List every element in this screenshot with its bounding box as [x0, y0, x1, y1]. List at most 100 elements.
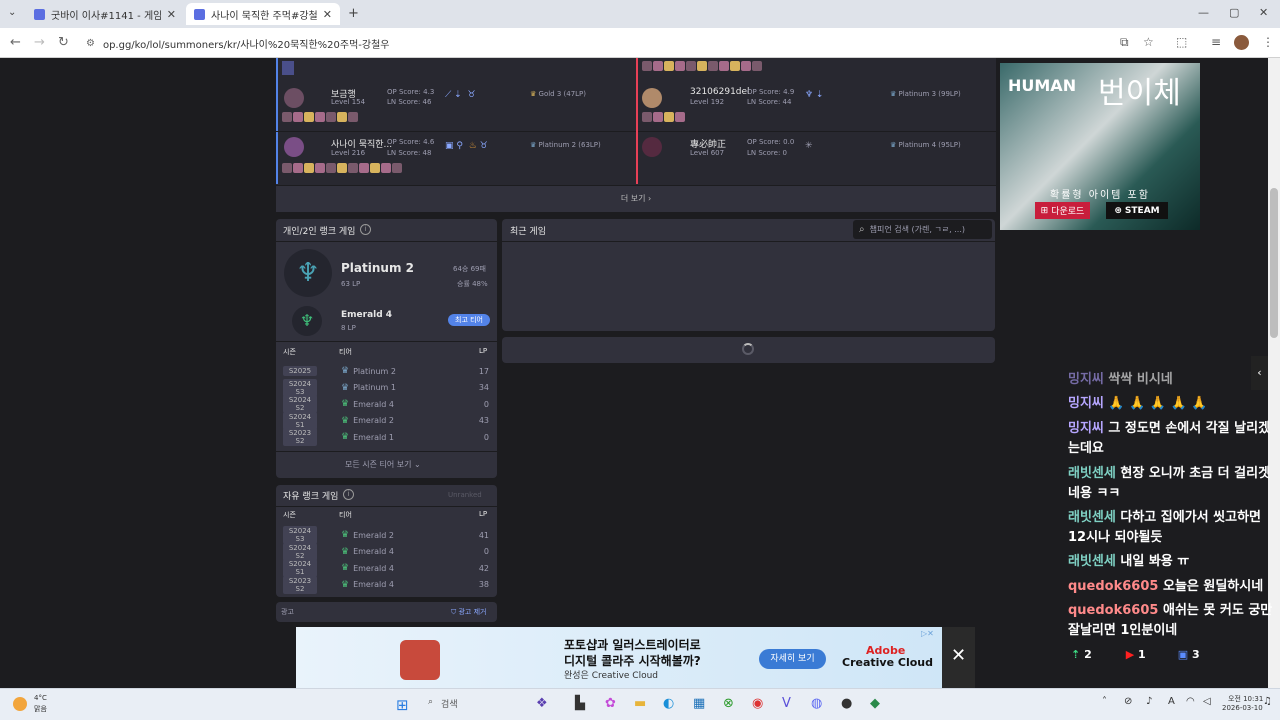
- ad-title: HUMAN: [1008, 76, 1077, 95]
- ad-remove-button[interactable]: ⛉ 광고 제거: [451, 607, 486, 617]
- menu-icon[interactable]: ⋮: [1262, 35, 1274, 49]
- chat-message: 밍지씨 싹싹 비시네: [1068, 372, 1173, 387]
- ad-download-button[interactable]: ⊞ 다운로드: [1035, 202, 1090, 219]
- close-icon[interactable]: ✕: [323, 8, 332, 21]
- champion-search-input[interactable]: ⌕ 챔피언 검색 (가렌, ㄱㄹ, ...): [853, 220, 992, 239]
- column-header: 티어: [339, 511, 352, 519]
- tab-2[interactable]: 사나이 묵직한 주먹#강철우 - 게임 ✕: [186, 3, 340, 25]
- tab-1[interactable]: 굿바이 이사#1141 - 게임 전적 ✕: [26, 3, 184, 25]
- tier-label: ♛ Gold 3 (47LP): [530, 90, 587, 98]
- player-level: Level 192: [690, 98, 725, 106]
- column-header: 시즌: [283, 511, 296, 519]
- cast-icon[interactable]: ⧉: [1120, 35, 1129, 50]
- rune-icons: ⟋ ⇣ ♉: [445, 90, 476, 100]
- new-tab-button[interactable]: +: [348, 6, 359, 21]
- ad-artwork: [400, 640, 440, 680]
- table-row: S2024 S3 ♛ Emerald 2 41: [283, 526, 489, 545]
- store-icon[interactable]: ▦: [693, 696, 705, 711]
- close-window-icon[interactable]: ✕: [1259, 6, 1268, 19]
- ln-score: LN Score: 46: [387, 98, 432, 106]
- xbox-icon[interactable]: ⊗: [723, 696, 734, 711]
- network-icon[interactable]: ⊘: [1124, 696, 1132, 707]
- table-row: S2023 S2 ♛ Emerald 10: [283, 428, 489, 447]
- peak-tier: Emerald 4: [341, 310, 393, 320]
- clock-date[interactable]: 2026-03-10: [1222, 704, 1263, 712]
- forward-icon[interactable]: →: [34, 35, 45, 50]
- table-row: S2024 S2 ♛ Emerald 40: [283, 542, 489, 561]
- site-info-icon[interactable]: ⚙: [86, 38, 95, 49]
- weather-temp: 4°C: [34, 694, 47, 702]
- app-icon[interactable]: ◆: [870, 696, 880, 711]
- steam-icon: ⊛: [1114, 205, 1122, 216]
- taskbar-search[interactable]: ⌕ 검색: [428, 697, 458, 710]
- team-blue-bar: [276, 58, 278, 184]
- tab-list-icon[interactable]: ⌄: [8, 7, 16, 18]
- emerald-emblem-icon: ♆: [292, 306, 322, 336]
- edge-icon[interactable]: ◐: [663, 696, 674, 711]
- windows-start-icon[interactable]: ⊞: [396, 696, 409, 714]
- task-view-icon[interactable]: ▙: [575, 696, 585, 711]
- info-icon[interactable]: i: [360, 224, 371, 235]
- flex-rank-title: 자유 랭크 게임: [283, 492, 339, 502]
- close-icon[interactable]: ✕: [167, 8, 176, 21]
- widget-icon[interactable]: ❖: [536, 696, 548, 711]
- keyboard-icon[interactable]: A: [1168, 696, 1175, 707]
- tier-label: ♛ Platinum 3 (99LP): [890, 90, 961, 98]
- weather-icon[interactable]: [13, 697, 27, 711]
- vscode-icon[interactable]: V: [782, 696, 791, 711]
- current-tier: Platinum 2: [341, 261, 414, 275]
- mic-icon[interactable]: ♪: [1146, 696, 1152, 707]
- bookmark-star-icon[interactable]: ☆: [1143, 35, 1154, 49]
- player-name[interactable]: 32106291del: [690, 87, 750, 97]
- table-row: S2024 S1 ♛ Emerald 4 42: [283, 559, 489, 578]
- afreeca-icon: ▣: [1177, 648, 1189, 661]
- more-button[interactable]: 더 보기 ›: [276, 186, 996, 212]
- avatar: [284, 88, 304, 108]
- avatar: [642, 88, 662, 108]
- info-icon[interactable]: i: [343, 489, 354, 500]
- chrome-icon[interactable]: ◉: [752, 696, 763, 711]
- wifi-icon[interactable]: ◠: [1186, 696, 1195, 707]
- back-icon[interactable]: ←: [10, 35, 21, 50]
- recent-games-title: 최근 게임: [510, 227, 546, 237]
- reload-icon[interactable]: ↻: [58, 35, 69, 50]
- chat-message: 래빗센세 현장 오니까 초금 더 걸리겟네용 ㅋㅋ: [1068, 466, 1271, 501]
- reading-list-icon[interactable]: ≡: [1211, 35, 1221, 49]
- peak-badge: 최고 티어: [448, 314, 490, 326]
- avatar: [642, 137, 662, 157]
- minimize-icon[interactable]: —: [1198, 6, 1209, 19]
- column-header: 시즌: [283, 348, 296, 356]
- url-field[interactable]: ⚙ op.gg/ko/lol/summoners/kr/사나이%20묵직한%20…: [86, 32, 1106, 54]
- avatar: [284, 137, 304, 157]
- ln-score: LN Score: 44: [747, 98, 792, 106]
- clock-time[interactable]: 오전 10:31: [1228, 694, 1263, 704]
- solo-rank-title: 개인/2인 랭크 게임: [283, 227, 356, 237]
- maximize-icon[interactable]: ▢: [1229, 6, 1239, 19]
- extensions-icon[interactable]: ⬚: [1176, 35, 1187, 49]
- ln-score: LN Score: 0: [747, 149, 788, 157]
- chat-message: 래빗센세 내일 봐용 ㅠ: [1068, 554, 1190, 569]
- op-score: OP Score: 4.3: [387, 88, 435, 96]
- ad-caption: 확률형 아이템 포함: [1050, 190, 1150, 201]
- notification-icon[interactable]: ♫: [1263, 696, 1272, 707]
- adchoices-icon[interactable]: ▷✕: [921, 629, 934, 638]
- divider: [638, 131, 996, 132]
- discord-icon[interactable]: ◍: [811, 696, 822, 711]
- copilot-icon[interactable]: ✿: [605, 696, 616, 711]
- tier-label: ♛ Platinum 2 (63LP): [530, 141, 601, 149]
- ad-steam-button[interactable]: ⊛ STEAM: [1106, 202, 1168, 219]
- all-seasons-button[interactable]: 모든 시즌 티어 보기 ⌄: [345, 459, 421, 470]
- loading-spinner-icon: [742, 343, 754, 355]
- banner-cta-button[interactable]: 자세히 보기: [759, 649, 826, 669]
- divider: [276, 451, 497, 452]
- volume-icon[interactable]: ◁: [1203, 696, 1211, 707]
- obs-icon[interactable]: ●: [841, 696, 852, 711]
- tray-chevron-icon[interactable]: ˄: [1102, 696, 1107, 707]
- file-explorer-icon[interactable]: ▬: [634, 696, 646, 711]
- scrollbar-thumb[interactable]: [1270, 188, 1278, 338]
- opgg-favicon-icon: [34, 8, 45, 20]
- close-ad-button[interactable]: ✕: [942, 627, 975, 688]
- divider: [276, 241, 497, 242]
- win-loss: 64승 69패: [453, 265, 486, 273]
- profile-avatar[interactable]: [1234, 35, 1249, 50]
